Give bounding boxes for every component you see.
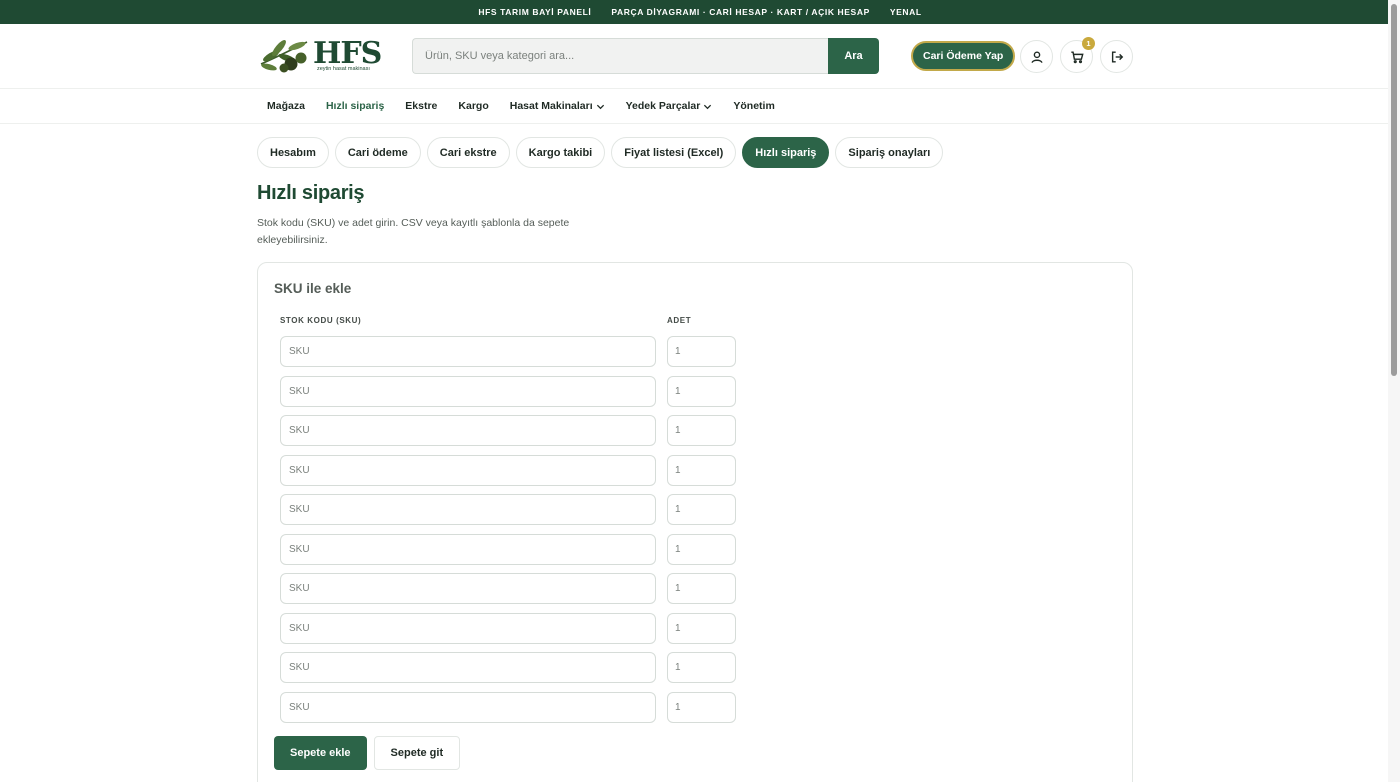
chevron-down-icon — [704, 104, 712, 109]
nav-item-ekstre[interactable]: Ekstre — [405, 100, 437, 112]
sku-input[interactable] — [280, 652, 656, 683]
page-description: Stok kodu (SKU) ve adet girin. CSV veya … — [257, 217, 570, 246]
tab-cari-odeme[interactable]: Cari ödeme — [334, 137, 421, 168]
sku-row — [280, 691, 736, 723]
add-to-cart-button[interactable]: Sepete ekle — [274, 736, 367, 770]
nav-item-yonetim[interactable]: Yönetim — [733, 100, 774, 112]
sku-row — [280, 652, 736, 683]
sku-input[interactable] — [280, 612, 656, 644]
tab-hesabim[interactable]: Hesabım — [257, 137, 329, 168]
cari-payment-button[interactable]: Cari Ödeme Yap — [911, 41, 1016, 71]
sku-input[interactable] — [280, 415, 656, 446]
main-nav: Mağaza Hızlı sipariş Ekstre Kargo Hasat … — [0, 88, 1400, 124]
quantity-input[interactable] — [667, 652, 736, 683]
cart-icon — [1070, 50, 1084, 63]
tab-kargo-takibi[interactable]: Kargo takibi — [515, 137, 606, 168]
olive-branch-icon — [260, 40, 308, 73]
account-tabs: Hesabım Cari ödeme Cari ekstre Kargo tak… — [257, 137, 944, 168]
logo-tagline: zeytin hasat makinası — [317, 66, 370, 72]
nav-item-yedek-parcalar[interactable]: Yedek Parçalar — [626, 100, 713, 112]
sku-input[interactable] — [280, 454, 656, 486]
sku-input[interactable] — [280, 494, 656, 525]
search-button[interactable]: Ara — [828, 38, 879, 74]
tab-siparis-onaylari[interactable]: Sipariş onayları — [835, 137, 944, 168]
tab-hizli-siparis[interactable]: Hızlı sipariş — [742, 137, 830, 168]
sku-row — [280, 494, 736, 525]
cart-button[interactable]: 1 — [1060, 37, 1095, 73]
page-title: Hızlı sipariş — [257, 182, 365, 204]
cart-count-badge: 1 — [1082, 37, 1095, 50]
form-title: SKU ile ekle — [274, 281, 352, 296]
quantity-input[interactable] — [667, 691, 736, 723]
sku-input[interactable] — [280, 573, 656, 604]
tab-fiyat-listesi[interactable]: Fiyat listesi (Excel) — [611, 137, 737, 168]
quantity-input[interactable] — [667, 415, 736, 446]
search-bar: Ara — [412, 38, 879, 74]
sku-row — [280, 573, 736, 604]
quantity-input[interactable] — [667, 494, 736, 525]
topbar-item-panel: HFS TARIM BAYİ PANELİ — [478, 7, 592, 17]
sku-row — [280, 375, 736, 407]
go-to-cart-button[interactable]: Sepete git — [373, 736, 461, 770]
logo-wordmark: HFS — [313, 36, 382, 71]
scrollbar-thumb[interactable] — [1391, 4, 1397, 376]
qty-column-header: ADET — [667, 316, 692, 325]
nav-item-kargo[interactable]: Kargo — [458, 100, 488, 112]
search-input[interactable] — [412, 38, 828, 74]
account-button[interactable] — [1020, 40, 1053, 73]
logout-button[interactable] — [1100, 40, 1133, 73]
quantity-input[interactable] — [667, 454, 736, 486]
sku-row — [280, 533, 736, 565]
sku-row — [280, 336, 736, 367]
brand-logo[interactable]: HFS zeytin hasat makinası — [257, 34, 382, 78]
topbar-item-features: PARÇA DİYAGRAMI · CARİ HESAP · KART / AÇ… — [611, 7, 870, 17]
sku-input[interactable] — [280, 533, 656, 565]
sku-input[interactable] — [280, 336, 656, 367]
quantity-input[interactable] — [667, 612, 736, 644]
sku-form-card: SKU ile ekle STOK KODU (SKU) ADET Sepete… — [257, 262, 1133, 782]
page-scrollbar[interactable] — [1388, 0, 1400, 782]
topbar-item-user: YENAL — [889, 7, 922, 17]
sku-row — [280, 454, 736, 486]
sku-rows — [280, 336, 736, 731]
tab-cari-ekstre[interactable]: Cari ekstre — [426, 137, 510, 168]
quantity-input[interactable] — [667, 336, 736, 367]
logout-icon — [1111, 50, 1123, 63]
announcement-bar: HFS TARIM BAYİ PANELİ PARÇA DİYAGRAMI · … — [0, 0, 1400, 24]
sku-row — [280, 612, 736, 644]
quantity-input[interactable] — [667, 573, 736, 604]
site-header: HFS zeytin hasat makinası Ara Cari Ödeme… — [0, 24, 1400, 88]
sku-input[interactable] — [280, 375, 656, 407]
quantity-input[interactable] — [667, 375, 736, 407]
quantity-input[interactable] — [667, 533, 736, 565]
sku-row — [280, 415, 736, 446]
sku-column-header: STOK KODU (SKU) — [280, 316, 362, 325]
nav-item-hizli-siparis[interactable]: Hızlı sipariş — [326, 100, 384, 112]
user-icon — [1030, 50, 1043, 63]
chevron-down-icon — [596, 104, 604, 109]
nav-item-magaza[interactable]: Mağaza — [267, 100, 305, 112]
nav-item-hasat-makinalari[interactable]: Hasat Makinaları — [510, 100, 605, 112]
sku-input[interactable] — [280, 691, 656, 723]
form-actions: Sepete ekle Sepete git — [274, 736, 461, 770]
